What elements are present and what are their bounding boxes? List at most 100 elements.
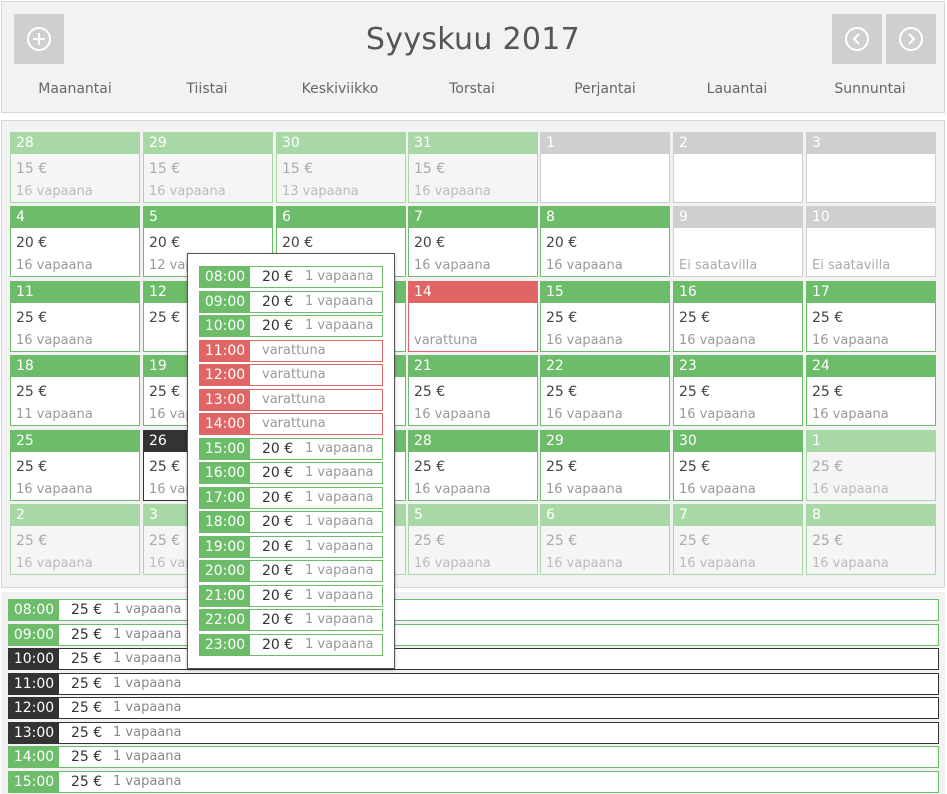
- day-number: 31: [409, 133, 537, 154]
- time-slot-row[interactable]: 15:00 25 € 1 vapaana: [8, 770, 939, 793]
- time-slot[interactable]: 23:00 20 € 1 vapaana: [199, 633, 383, 656]
- slot-price: 20 €: [262, 587, 294, 604]
- calendar-day-cell[interactable]: 8 25 € 16 vapaana: [806, 504, 936, 575]
- time-slot[interactable]: 10:00 20 € 1 vapaana: [199, 315, 383, 337]
- day-number: 30: [674, 431, 802, 452]
- calendar-day-cell[interactable]: 18 25 € 11 vapaana: [10, 355, 140, 426]
- time-slot[interactable]: 14:00 varattuna: [199, 413, 383, 435]
- time-slot[interactable]: 12:00 varattuna: [199, 364, 383, 386]
- slot-price: 25 €: [71, 773, 103, 790]
- day-number: 3: [807, 133, 935, 154]
- calendar-day-cell[interactable]: 21 25 € 16 vapaana: [408, 355, 538, 426]
- calendar-day-cell[interactable]: 30 15 € 13 vapaana: [276, 132, 406, 203]
- time-slot-row[interactable]: 08:00 25 € 1 vapaana: [8, 599, 939, 621]
- slot-time: 13:00: [9, 722, 59, 743]
- calendar-day-cell[interactable]: 1: [540, 132, 670, 203]
- slot-time: 18:00: [200, 512, 250, 532]
- time-slot-row[interactable]: 14:00 25 € 1 vapaana: [8, 746, 939, 768]
- day-availability: 16 vapaana: [812, 556, 889, 571]
- calendar-day-cell[interactable]: 2 25 € 16 vapaana: [10, 504, 140, 575]
- calendar-day-cell[interactable]: 7 25 € 16 vapaana: [673, 504, 803, 575]
- slot-availability: 1 vapaana: [305, 440, 374, 456]
- day-availability: 16 vapaana: [679, 333, 756, 348]
- time-slot[interactable]: 13:00 varattuna: [199, 388, 383, 411]
- day-number: 7: [409, 207, 537, 228]
- calendar-day-cell[interactable]: 14 varattuna: [408, 281, 538, 352]
- day-number: 1: [807, 431, 935, 452]
- calendar-day-cell[interactable]: 11 25 € 16 vapaana: [10, 281, 140, 352]
- slot-availability: 1 vapaana: [113, 675, 182, 691]
- calendar-day-cell[interactable]: 9 Ei saatavilla: [673, 206, 803, 277]
- next-month-button[interactable]: [886, 14, 936, 64]
- calendar-day-cell[interactable]: 23 25 € 16 vapaana: [673, 355, 803, 426]
- day-price: 25 €: [812, 533, 844, 549]
- time-slot[interactable]: 11:00 varattuna: [199, 339, 383, 362]
- time-slot-row[interactable]: 11:00 25 € 1 vapaana: [8, 672, 939, 695]
- calendar-grid: 28 15 €16 vapaana 29 15 €16 vapaana 30 15 €13…: [1, 120, 945, 588]
- calendar-day-cell[interactable]: 2: [673, 132, 803, 203]
- calendar-day-cell[interactable]: 15 25 € 16 vapaana: [540, 281, 670, 352]
- time-slot[interactable]: 22:00 20 € 1 vapaana: [199, 609, 383, 631]
- slot-time: 10:00: [9, 649, 59, 669]
- slot-availability: 1 vapaana: [113, 626, 182, 642]
- time-slot[interactable]: 09:00 20 € 1 vapaana: [199, 290, 383, 313]
- time-slot-row[interactable]: 09:00 25 € 1 vapaana: [8, 623, 939, 646]
- calendar-day-cell[interactable]: 5 25 € 16 vapaana: [408, 504, 538, 575]
- calendar-day-cell[interactable]: 7 20 € 16 vapaana: [408, 206, 538, 277]
- day-price: 25 €: [16, 459, 48, 475]
- calendar-day-cell[interactable]: 25 25 € 16 vapaana: [10, 430, 140, 501]
- calendar-day-cell[interactable]: 4 20 € 16 vapaana: [10, 206, 140, 277]
- day-availability: varattuna: [414, 333, 478, 348]
- calendar-day-cell[interactable]: 10 Ei saatavilla: [806, 206, 936, 277]
- day-price: 15 €: [414, 161, 446, 177]
- calendar-day-cell[interactable]: 28 15 € 16 vapaana: [10, 132, 140, 203]
- time-slot[interactable]: 16:00 20 € 1 vapaana: [199, 462, 383, 484]
- slot-price: 25 €: [71, 724, 103, 741]
- calendar-day-cell[interactable]: 3: [806, 132, 936, 203]
- calendar-day-cell[interactable]: 29 25 € 16 vapaana: [540, 430, 670, 501]
- time-slot-row[interactable]: 10:00 25 € 1 vapaana: [8, 648, 939, 670]
- calendar-day-cell[interactable]: 17 25 € 16 vapaana: [806, 281, 936, 352]
- slot-time: 14:00: [200, 414, 250, 434]
- day-price: 20 €: [16, 235, 48, 251]
- calendar-day-cell[interactable]: 16 25 € 16 vapaana: [673, 281, 803, 352]
- time-slot[interactable]: 08:00 20 € 1 vapaana: [199, 266, 383, 288]
- day-price: 25 €: [812, 459, 844, 475]
- calendar-day-cell[interactable]: 1 25 € 16 vapaana: [806, 430, 936, 501]
- slot-price: 25 €: [71, 749, 103, 765]
- calendar-day-cell[interactable]: 30 25 € 16 vapaana: [673, 430, 803, 501]
- calendar-day-cell[interactable]: 28 25 € 16 vapaana: [408, 430, 538, 501]
- time-slot[interactable]: 18:00 20 € 1 vapaana: [199, 511, 383, 533]
- calendar-day-cell[interactable]: 31 15 € 16 vapaana: [408, 132, 538, 203]
- slot-time: 23:00: [200, 634, 250, 655]
- slot-time: 13:00: [200, 389, 250, 410]
- slot-time: 21:00: [200, 585, 250, 606]
- day-number: 5: [144, 207, 272, 228]
- day-number: 15: [541, 282, 669, 303]
- day-availability: 16 vapaana: [414, 258, 491, 273]
- day-availability: 16 vapaana: [679, 482, 756, 497]
- day-price: 15 €: [149, 161, 181, 177]
- calendar-day-cell[interactable]: 8 20 € 16 vapaana: [540, 206, 670, 277]
- day-price: 25 €: [546, 310, 578, 326]
- time-slot-row[interactable]: 13:00 25 € 1 vapaana: [8, 721, 939, 744]
- time-slot[interactable]: 17:00 20 € 1 vapaana: [199, 486, 383, 509]
- calendar-day-cell[interactable]: 29 15 € 16 vapaana: [143, 132, 273, 203]
- slot-availability: 1 vapaana: [113, 651, 182, 666]
- prev-month-button[interactable]: [832, 14, 882, 64]
- chevron-right-circle-icon: [898, 26, 924, 52]
- calendar-day-cell[interactable]: 22 25 € 16 vapaana: [540, 355, 670, 426]
- time-slot-row[interactable]: 12:00 25 € 1 vapaana: [8, 697, 939, 719]
- weekday-label: Perjantai: [574, 81, 636, 97]
- calendar-day-cell[interactable]: 6 25 € 16 vapaana: [540, 504, 670, 575]
- calendar-day-cell[interactable]: 24 25 € 16 vapaana: [806, 355, 936, 426]
- day-price: 20 €: [149, 235, 181, 251]
- day-number: 29: [541, 431, 669, 452]
- time-slot[interactable]: 19:00 20 € 1 vapaana: [199, 535, 383, 558]
- day-availability: 16 vapaana: [16, 258, 93, 273]
- time-slot[interactable]: 21:00 20 € 1 vapaana: [199, 584, 383, 607]
- time-slot[interactable]: 20:00 20 € 1 vapaana: [199, 560, 383, 582]
- day-slots-popup: 08:00 20 €1 vapaana 09:00 20 €1 vapaana 10:0…: [187, 253, 395, 669]
- day-availability: 16 vapaana: [546, 258, 623, 273]
- time-slot[interactable]: 15:00 20 € 1 vapaana: [199, 437, 383, 460]
